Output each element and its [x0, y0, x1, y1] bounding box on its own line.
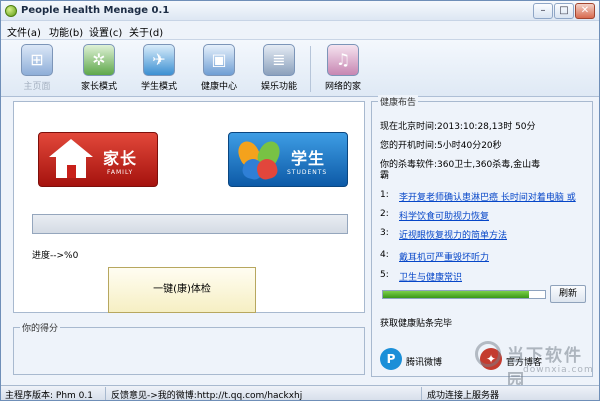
tencent-weibo-icon[interactable]: P — [380, 348, 402, 370]
downxia-watermark: 当下软件园 downxia.com — [475, 341, 595, 391]
fetch-status-text: 获取健康贴条完毕 — [380, 319, 453, 329]
refresh-button[interactable]: 刷新 — [550, 285, 586, 303]
app-logo-icon — [5, 5, 17, 17]
antivirus-text: 你的杀毒软件:360卫士,360杀毒,金山毒霸 — [380, 160, 541, 181]
network-icon: ✲ — [83, 44, 115, 76]
toolbar-label: 主页面 — [23, 82, 51, 92]
house-icon — [49, 139, 93, 181]
health-bulletin-panel: 健康布告 现在北京时间:2013:10:28,13时 50分 您的开机时间:5小… — [371, 95, 593, 377]
news-number: 5: — [380, 270, 389, 280]
news-number: 2: — [380, 209, 389, 219]
toolbar-label: 健康中心 — [200, 82, 237, 92]
toolbar-separator — [310, 46, 311, 92]
status-feedback-link[interactable]: 反馈意见->我的微博:http://t.qq.com/hackxhj — [111, 388, 302, 400]
monitor-icon: ▣ — [203, 44, 235, 76]
status-separator — [421, 387, 422, 400]
news-number: 3: — [380, 228, 389, 238]
windows-icon: ⊞ — [21, 44, 53, 76]
news-link-1[interactable]: 李开复老师确认患淋巴癌 长时间对着电脑 或 — [399, 190, 589, 203]
watermark-url: downxia.com — [523, 365, 594, 375]
news-link-2[interactable]: 科学饮食可助视力恢复 — [399, 209, 489, 222]
status-bar: 主程序版本: Phm 0.1 反馈意见->我的微博:http://t.qq.co… — [1, 385, 599, 401]
toolbar-network-home-button[interactable]: ♫ 网络的家 — [319, 42, 367, 96]
close-button[interactable]: ✕ — [575, 3, 595, 19]
fetch-progress-fill — [383, 291, 529, 298]
main-content: 家长 FAMILY 学生 STUDENTS 进度-->%0 一键(康)体检 — [13, 101, 365, 313]
news-link-3[interactable]: 近视眼恢复视力的简单方法 — [399, 228, 507, 241]
compass-icon: ✈ — [143, 44, 175, 76]
toolbar-family-mode-button[interactable]: ✲ 家长模式 — [75, 42, 123, 96]
uptime-text: 您的开机时间:5小时40分20秒 — [380, 141, 502, 151]
score-group: 你的得分 — [13, 321, 365, 375]
status-version: 主程序版本: Phm 0.1 — [5, 391, 93, 401]
news-number: 1: — [380, 190, 389, 200]
checkup-progress-text: 进度-->%0 — [32, 251, 79, 261]
news-link-4[interactable]: 戴耳机可严重毁坏听力 — [399, 250, 489, 263]
toolbar-label: 网络的家 — [324, 82, 361, 92]
fetch-progress-bar — [382, 290, 546, 299]
toolbar-student-mode-button[interactable]: ✈ 学生模式 — [135, 42, 183, 96]
toolbar-entertainment-button[interactable]: ≣ 娱乐功能 — [255, 42, 303, 96]
window-title: People Health Menage 0.1 — [21, 5, 170, 16]
status-connection: 成功连接上服务器 — [427, 391, 500, 401]
one-click-checkup-button[interactable]: 一键(康)体检 — [108, 267, 256, 313]
menu-bar: 文件(a) 功能(b) 设置(c) 关于(d) — [1, 21, 599, 39]
title-bar[interactable]: People Health Menage 0.1 – □ ✕ — [1, 1, 599, 21]
family-mode-button[interactable]: 家长 FAMILY — [38, 132, 158, 187]
toolbar-health-center-button[interactable]: ▣ 健康中心 — [195, 42, 243, 96]
student-mode-button[interactable]: 学生 STUDENTS — [228, 132, 348, 187]
toolbar-label: 娱乐功能 — [260, 82, 297, 92]
checkup-progress-bar — [32, 214, 348, 234]
maximize-button[interactable]: □ — [554, 3, 574, 19]
toolbar-label: 家长模式 — [80, 82, 117, 92]
menu-settings[interactable]: 设置(c) — [89, 24, 122, 39]
watermark-logo-icon — [475, 341, 501, 367]
news-number: 4: — [380, 250, 389, 260]
tencent-weibo-link[interactable]: 腾讯微博 — [406, 355, 442, 368]
server-icon: ≣ — [263, 44, 295, 76]
student-button-sublabel: STUDENTS — [287, 169, 328, 176]
menu-function[interactable]: 功能(b) — [49, 24, 83, 39]
family-button-label: 家长 — [103, 149, 138, 168]
score-group-title: 你的得分 — [20, 321, 61, 334]
status-separator — [105, 387, 106, 400]
main-window: People Health Menage 0.1 – □ ✕ 文件(a) 功能(… — [0, 0, 600, 401]
toolbar-label: 学生模式 — [140, 82, 177, 92]
menu-file[interactable]: 文件(a) — [7, 24, 41, 39]
menu-about[interactable]: 关于(d) — [129, 24, 163, 39]
toolbar: ⊞ 主页面 ✲ 家长模式 ✈ 学生模式 ▣ 健康中心 ≣ 娱乐功能 ♫ 网络的家 — [1, 39, 599, 97]
minimize-button[interactable]: – — [533, 3, 553, 19]
student-button-label: 学生 — [291, 149, 326, 168]
beijing-time-text: 现在北京时间:2013:10:28,13时 50分 — [380, 122, 536, 132]
family-button-sublabel: FAMILY — [107, 169, 134, 176]
music-icon: ♫ — [327, 44, 359, 76]
butterfly-icon — [234, 137, 284, 183]
health-bulletin-title: 健康布告 — [378, 95, 419, 108]
news-link-5[interactable]: 卫生与健康常识 — [399, 270, 462, 283]
toolbar-home-button[interactable]: ⊞ 主页面 — [15, 42, 59, 96]
